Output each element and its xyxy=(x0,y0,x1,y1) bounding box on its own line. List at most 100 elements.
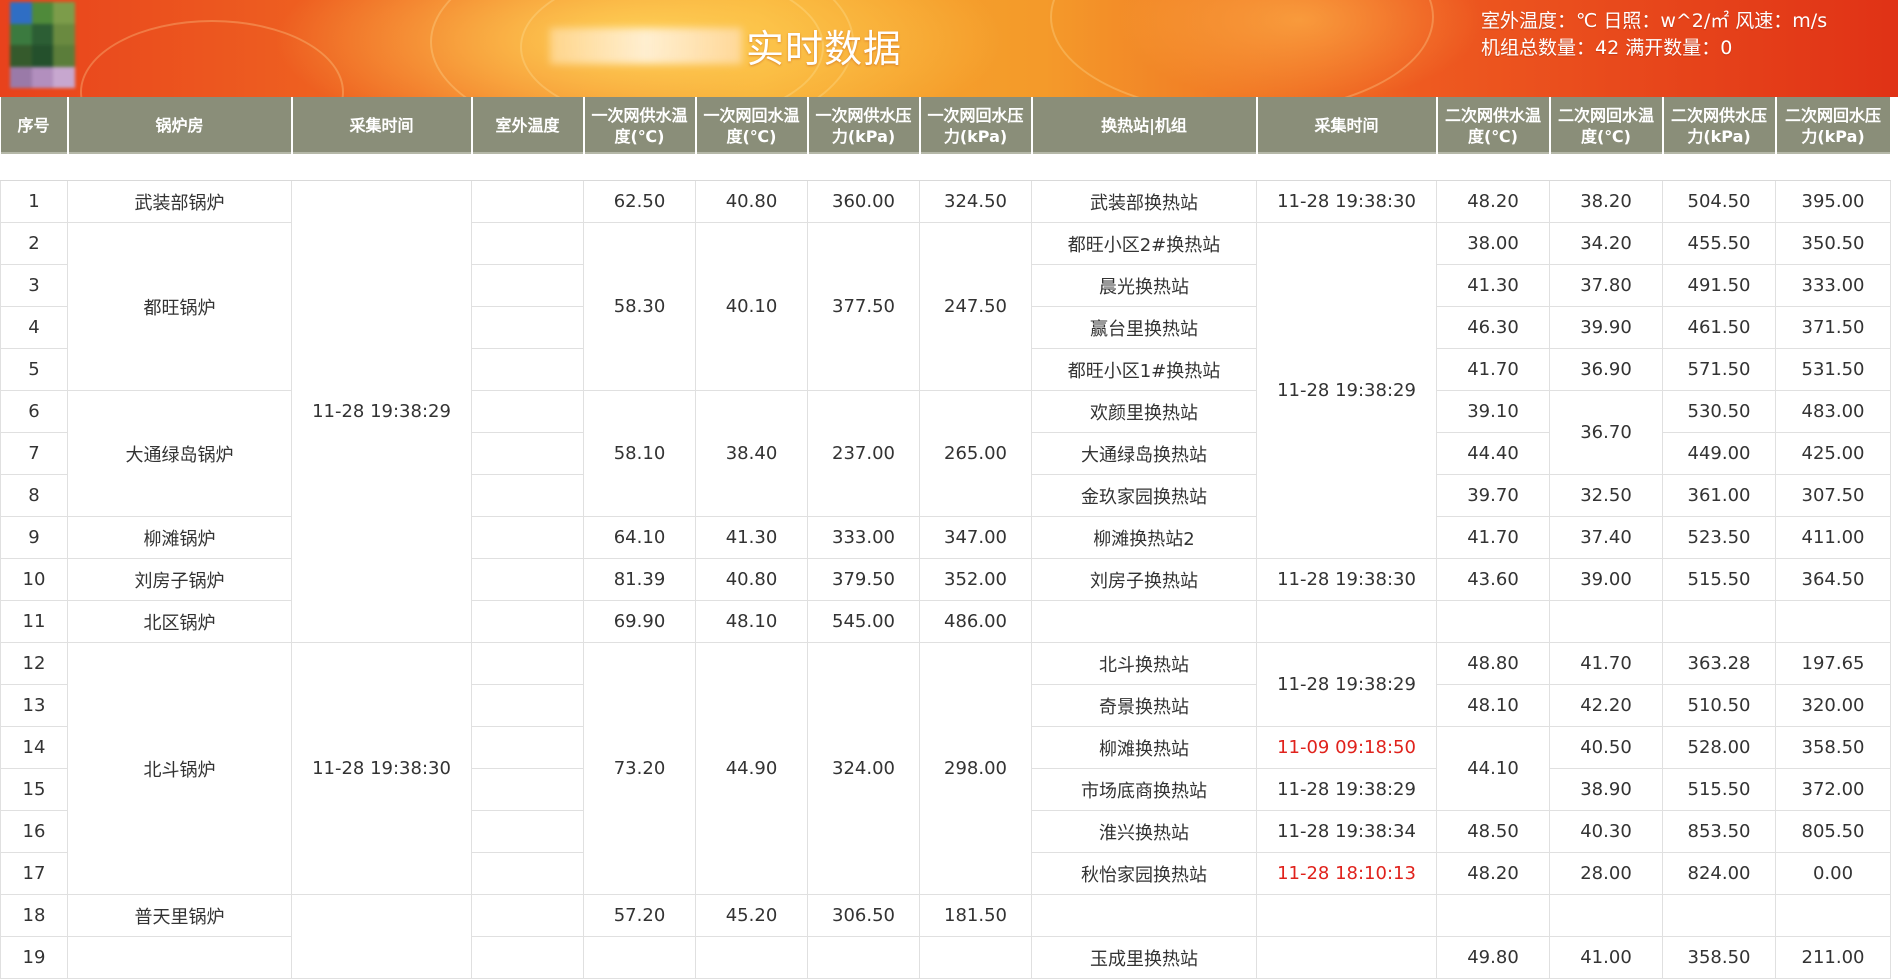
cell-secondary-return-temp: 39.90 xyxy=(1549,306,1663,349)
cell-secondary-return-temp: 34.20 xyxy=(1549,222,1663,265)
cell-boiler: 北区锅炉 xyxy=(67,600,292,643)
cell-station-collect-time: 11-28 19:38:30 xyxy=(1256,558,1437,601)
cell-outdoor-temp xyxy=(471,810,584,853)
cell-outdoor-temp xyxy=(471,726,584,769)
cell-station: 大通绿岛换热站 xyxy=(1031,432,1257,475)
cell-primary-return-pressure: 181.50 xyxy=(919,894,1032,937)
cell-station: 刘房子换热站 xyxy=(1031,558,1257,601)
column-header-outdoor-temp[interactable]: 室外温度 xyxy=(471,97,585,154)
cell-index: 12 xyxy=(0,642,68,685)
column-header-secondary-supply-temp[interactable]: 二次网供水温度(℃) xyxy=(1436,97,1551,154)
cell-station: 都旺小区1#换热站 xyxy=(1031,348,1257,391)
cell-secondary-supply-pressure xyxy=(1662,894,1776,937)
cell-station: 市场底商换热站 xyxy=(1031,768,1257,811)
cell-primary-supply-pressure: 324.00 xyxy=(807,642,920,895)
cell-secondary-supply-temp: 48.50 xyxy=(1436,810,1550,853)
cell-outdoor-temp xyxy=(471,432,584,475)
cell-boiler: 都旺锅炉 xyxy=(67,222,292,391)
cell-secondary-supply-temp: 44.10 xyxy=(1436,726,1550,811)
cell-secondary-return-pressure: 805.50 xyxy=(1775,810,1891,853)
cell-outdoor-temp xyxy=(471,222,584,265)
wind-speed-label: 风速：m/s xyxy=(1735,10,1828,32)
column-header-primary-supply-pressure[interactable]: 一次网供水压力(kPa) xyxy=(807,97,921,154)
cell-secondary-supply-temp: 39.10 xyxy=(1436,390,1550,433)
cell-primary-return-pressure: 247.50 xyxy=(919,222,1032,391)
cell-index: 15 xyxy=(0,768,68,811)
cell-outdoor-temp xyxy=(471,264,584,307)
cell-secondary-supply-pressure: 853.50 xyxy=(1662,810,1776,853)
cell-primary-return-temp: 41.30 xyxy=(695,516,808,559)
cell-outdoor-temp xyxy=(471,936,584,979)
cell-index: 10 xyxy=(0,558,68,601)
cell-secondary-return-temp: 37.40 xyxy=(1549,516,1663,559)
cell-secondary-return-pressure: 531.50 xyxy=(1775,348,1891,391)
cell-index: 17 xyxy=(0,852,68,895)
cell-secondary-return-pressure: 211.00 xyxy=(1775,936,1891,979)
cell-secondary-supply-pressure: 361.00 xyxy=(1662,474,1776,517)
column-header-primary-supply-temp[interactable]: 一次网供水温度(℃) xyxy=(583,97,697,154)
column-header-boiler[interactable]: 锅炉房 xyxy=(67,97,293,154)
cell-primary-return-pressure: 324.50 xyxy=(919,180,1032,223)
cell-secondary-return-temp: 41.70 xyxy=(1549,642,1663,685)
cell-primary-return-temp: 38.40 xyxy=(695,390,808,517)
cell-secondary-supply-temp: 41.30 xyxy=(1436,264,1550,307)
cell-index: 19 xyxy=(0,936,68,979)
cell-secondary-supply-temp: 39.70 xyxy=(1436,474,1550,517)
header-decoration xyxy=(80,20,344,97)
cell-station: 都旺小区2#换热站 xyxy=(1031,222,1257,265)
full-open-units-label: 满开数量：0 xyxy=(1625,37,1733,59)
cell-secondary-supply-temp: 46.30 xyxy=(1436,306,1550,349)
cell-primary-return-pressure: 298.00 xyxy=(919,642,1032,895)
cell-secondary-return-pressure xyxy=(1775,600,1891,643)
cell-station: 赢台里换热站 xyxy=(1031,306,1257,349)
column-header-primary-return-temp[interactable]: 一次网回水温度(℃) xyxy=(695,97,809,154)
page-title: 实时数据 xyxy=(746,27,903,71)
table-row: 2 都旺锅炉 58.30 40.10 377.50 247.50 都旺小区2#换… xyxy=(0,222,1891,559)
cell-secondary-supply-pressure: 510.50 xyxy=(1662,684,1776,727)
cell-index: 14 xyxy=(0,726,68,769)
cell-primary-supply-pressure: 379.50 xyxy=(807,558,920,601)
cell-station: 北斗换热站 xyxy=(1031,642,1257,685)
column-header-station[interactable]: 换热站|机组 xyxy=(1031,97,1258,154)
cell-secondary-return-temp: 38.90 xyxy=(1549,768,1663,811)
cell-station-collect-time: 11-28 19:38:34 xyxy=(1256,810,1437,853)
cell-index: 1 xyxy=(0,180,68,223)
column-header-secondary-return-pressure[interactable]: 二次网回水压力(kPa) xyxy=(1775,97,1892,154)
column-header-index[interactable]: 序号 xyxy=(0,97,69,154)
cell-primary-return-temp: 48.10 xyxy=(695,600,808,643)
header-decoration xyxy=(1050,0,1434,97)
cell-primary-supply-pressure: 360.00 xyxy=(807,180,920,223)
cell-secondary-supply-temp: 41.70 xyxy=(1436,516,1550,559)
cell-index: 13 xyxy=(0,684,68,727)
column-header-secondary-supply-pressure[interactable]: 二次网供水压力(kPa) xyxy=(1662,97,1777,154)
cell-primary-supply-temp: 62.50 xyxy=(583,180,696,223)
cell-secondary-supply-temp: 41.70 xyxy=(1436,348,1550,391)
total-units-label: 机组总数量：42 xyxy=(1481,37,1620,59)
cell-station: 金玖家园换热站 xyxy=(1031,474,1257,517)
sunshine-label: 日照：w^2/㎡ xyxy=(1603,10,1730,32)
cell-station: 晨光换热站 xyxy=(1031,264,1257,307)
cell-secondary-supply-pressure xyxy=(1662,600,1776,643)
table-row: 1 武装部锅炉 11-28 19:38:29 62.50 40.80 360.0… xyxy=(0,180,1891,643)
cell-outdoor-temp xyxy=(471,894,584,937)
weather-info: 室外温度：℃ 日照：w^2/㎡ 风速：m/s 机组总数量：42 满开数量：0 xyxy=(1481,8,1833,62)
cell-secondary-supply-pressure: 515.50 xyxy=(1662,768,1776,811)
cell-primary-supply-pressure: 237.00 xyxy=(807,390,920,517)
column-header-station-collect-time[interactable]: 采集时间 xyxy=(1256,97,1438,154)
cell-station-collect-time xyxy=(1256,600,1437,643)
outdoor-temp-label: 室外温度：℃ xyxy=(1481,10,1598,32)
cell-secondary-return-temp: 36.90 xyxy=(1549,348,1663,391)
cell-outdoor-temp xyxy=(471,684,584,727)
cell-outdoor-temp xyxy=(471,474,584,517)
cell-index: 6 xyxy=(0,390,68,433)
cell-primary-return-pressure xyxy=(919,936,1032,979)
cell-secondary-supply-pressure: 358.50 xyxy=(1662,936,1776,979)
column-header-collect-time[interactable]: 采集时间 xyxy=(291,97,473,154)
cell-outdoor-temp xyxy=(471,768,584,811)
cell-secondary-return-temp: 28.00 xyxy=(1549,852,1663,895)
cell-index: 18 xyxy=(0,894,68,937)
cell-boiler xyxy=(67,936,292,979)
column-header-secondary-return-temp[interactable]: 二次网回水温度(℃) xyxy=(1549,97,1664,154)
weather-line: 室外温度：℃ 日照：w^2/㎡ 风速：m/s xyxy=(1481,8,1833,35)
column-header-primary-return-pressure[interactable]: 一次网回水压力(kPa) xyxy=(919,97,1033,154)
